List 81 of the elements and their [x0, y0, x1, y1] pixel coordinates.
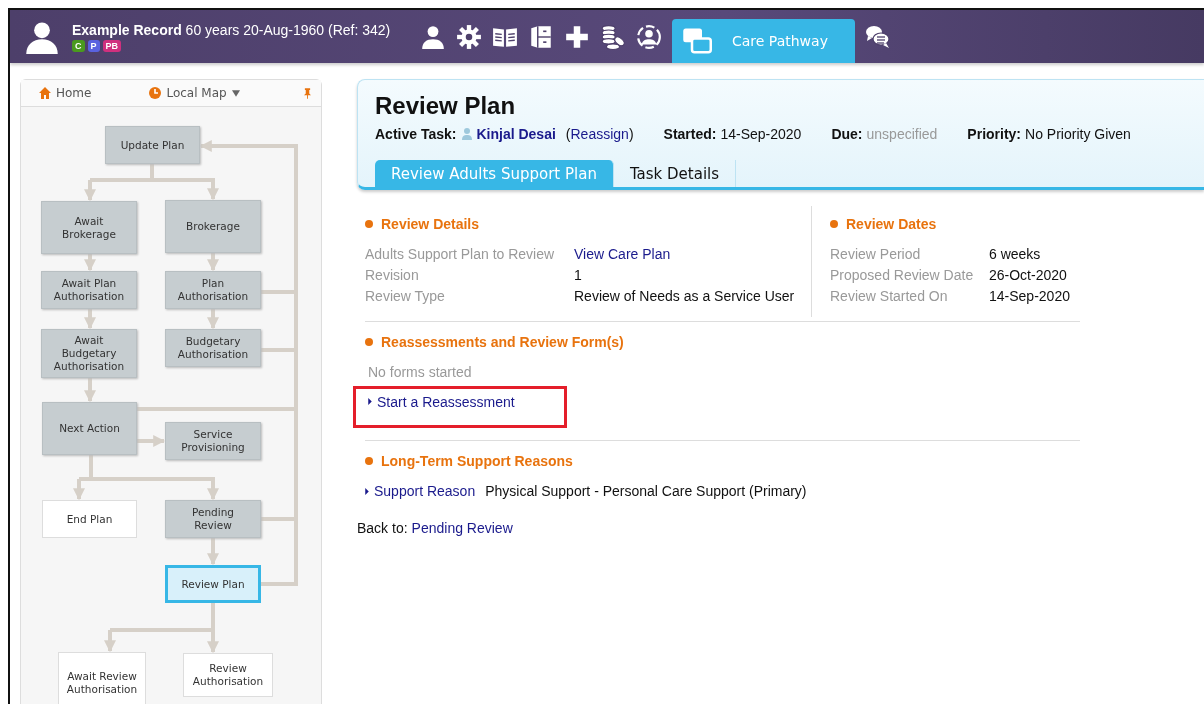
bullet-icon [365, 457, 373, 465]
pathway-node[interactable]: Await Review Authorisation [58, 652, 146, 704]
triangle-icon [368, 398, 372, 405]
connector-arrow [207, 538, 219, 566]
field-label: Adults Support Plan to Review [365, 245, 556, 264]
empty-message: No forms started [368, 363, 473, 382]
field-label: Revision [365, 266, 420, 285]
pathway-node[interactable]: Update Plan [105, 126, 200, 164]
pin-icon[interactable] [304, 87, 311, 99]
bullet-icon [365, 338, 373, 346]
pathway-node[interactable]: Review Authorisation [183, 653, 273, 697]
assignee-link[interactable]: Kinjal Desai [476, 126, 556, 142]
user-icon [462, 128, 473, 140]
cabinet-icon[interactable] [528, 23, 554, 50]
connector-arrow [207, 309, 219, 330]
person-icon[interactable] [420, 23, 446, 50]
home-button[interactable]: Home [39, 86, 92, 100]
connector-arrow [137, 435, 166, 447]
pathway-node[interactable]: Plan Authorisation [165, 271, 261, 309]
pathway-node[interactable]: End Plan [42, 500, 137, 538]
record-badge: C [72, 39, 85, 52]
field-label: Active Task: [375, 126, 457, 142]
connector-arrow [207, 253, 219, 272]
connector-arrow [84, 378, 96, 403]
field-value: Review of Needs as a Service User [574, 287, 795, 306]
field-label: Review Type [365, 287, 446, 306]
field-label: Proposed Review Date [830, 266, 975, 285]
triangle-icon [365, 488, 369, 495]
start-reassessment-link[interactable]: Start a Reassessment [368, 393, 515, 410]
connector-arrow [84, 309, 96, 330]
record-badge: PB [102, 39, 122, 52]
pending-review-link[interactable]: Pending Review [411, 520, 513, 536]
windows-icon [682, 27, 712, 55]
pathway-node[interactable]: Review Plan [165, 565, 261, 603]
caret-icon [231, 89, 240, 97]
field-label: Review Started On [830, 287, 949, 306]
record-title: Example Record 60 years 20-Aug-1960 (Ref: 342) [72, 21, 392, 38]
parenthesis: ) [628, 126, 634, 142]
pathway-node[interactable]: Next Action [42, 402, 137, 455]
field-value: No Priority Given [1025, 126, 1131, 142]
pathway-node[interactable]: Pending Review [165, 500, 261, 538]
connector-arrow [84, 254, 96, 272]
reassign-link[interactable]: Reassign [570, 126, 629, 142]
field-value: 1 [574, 266, 582, 285]
section-heading: Review Details [381, 216, 480, 232]
local-map-dropdown[interactable]: Local Map [149, 86, 240, 100]
field-value: unspecified [866, 126, 938, 142]
pathway-node[interactable]: Await Budgetary Authorisation [41, 329, 137, 378]
plus-icon[interactable] [564, 23, 590, 50]
section-heading: Long-Term Support Reasons [381, 453, 573, 469]
pathway-node[interactable]: Budgetary Authorisation [165, 329, 261, 367]
home-icon [39, 87, 51, 99]
person-circle-icon[interactable] [636, 23, 662, 50]
field-label: Priority: [967, 126, 1022, 142]
pathway-node[interactable]: Service Provisioning [165, 422, 261, 460]
field-value: 14-Sep-2020 [989, 287, 1070, 306]
pathway-node[interactable]: Await Brokerage [41, 201, 137, 254]
bullet-icon [830, 220, 838, 228]
field-label: Due: [831, 126, 863, 142]
back-label: Back to: [357, 520, 408, 536]
field-value: Physical Support - Personal Care Support (Primary) [485, 482, 807, 501]
field-label: Review Period [830, 245, 922, 264]
pathway-node[interactable]: Await Plan Authorisation [41, 271, 137, 309]
bullet-icon [365, 220, 373, 228]
field-value: 6 weeks [989, 245, 1041, 264]
coins-icon[interactable] [600, 23, 626, 50]
section-heading: Reassessments and Review Form(s) [381, 334, 624, 350]
tab[interactable]: Task Details [613, 160, 737, 187]
chat-bubbles-icon[interactable] [865, 23, 891, 50]
parenthesis: ( [565, 126, 571, 142]
settings-icon[interactable] [456, 23, 482, 50]
support-reason-link[interactable]: Support Reason [365, 481, 476, 502]
field-label: Started: [663, 126, 717, 142]
field-value: 26-Oct-2020 [989, 266, 1067, 285]
record-badge: P [87, 39, 100, 52]
page-title: Review Plan [375, 92, 517, 120]
pathway-node[interactable]: Brokerage [165, 200, 261, 253]
clock-icon [149, 87, 162, 99]
field-value: 14-Sep-2020 [720, 126, 802, 142]
section-heading: Review Dates [846, 216, 937, 232]
view-care-plan-link[interactable]: View Care Plan [574, 244, 671, 265]
